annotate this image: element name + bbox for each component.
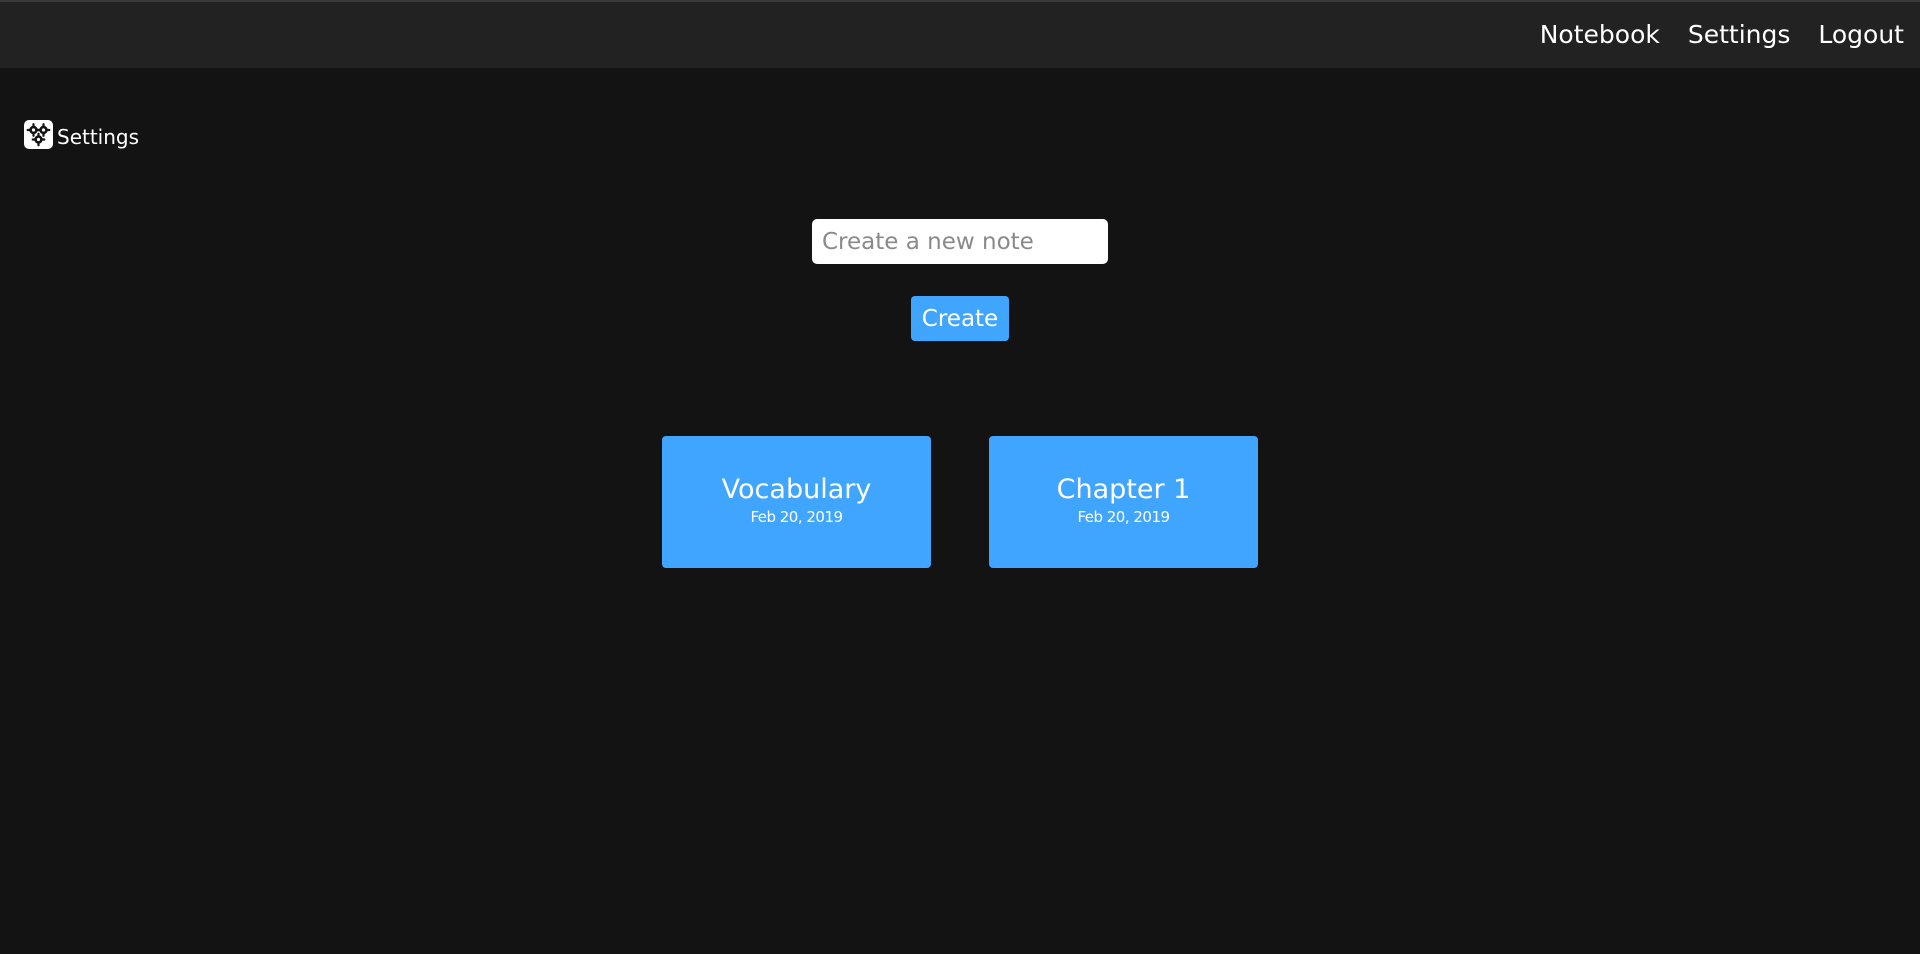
settings-label: Settings — [57, 125, 140, 149]
note-card-vocabulary[interactable]: Vocabulary Feb 20, 2019 — [662, 436, 931, 568]
main-nav: Notebook Settings Logout — [1540, 18, 1904, 52]
nav-notebook-link[interactable]: Notebook — [1540, 18, 1660, 52]
create-button[interactable]: Create — [911, 296, 1009, 341]
note-card-chapter-1[interactable]: Chapter 1 Feb 20, 2019 — [989, 436, 1258, 568]
note-date: Feb 20, 2019 — [750, 508, 843, 526]
note-title: Vocabulary — [721, 474, 872, 505]
note-title: Chapter 1 — [1056, 474, 1191, 505]
new-note-input[interactable] — [812, 219, 1108, 264]
note-date: Feb 20, 2019 — [1077, 508, 1170, 526]
gears-icon — [24, 119, 53, 149]
settings-shortcut[interactable]: Settings — [24, 118, 139, 150]
nav-settings-link[interactable]: Settings — [1688, 18, 1791, 52]
nav-logout-link[interactable]: Logout — [1818, 18, 1904, 52]
top-navigation-bar: Notebook Settings Logout — [0, 0, 1920, 68]
